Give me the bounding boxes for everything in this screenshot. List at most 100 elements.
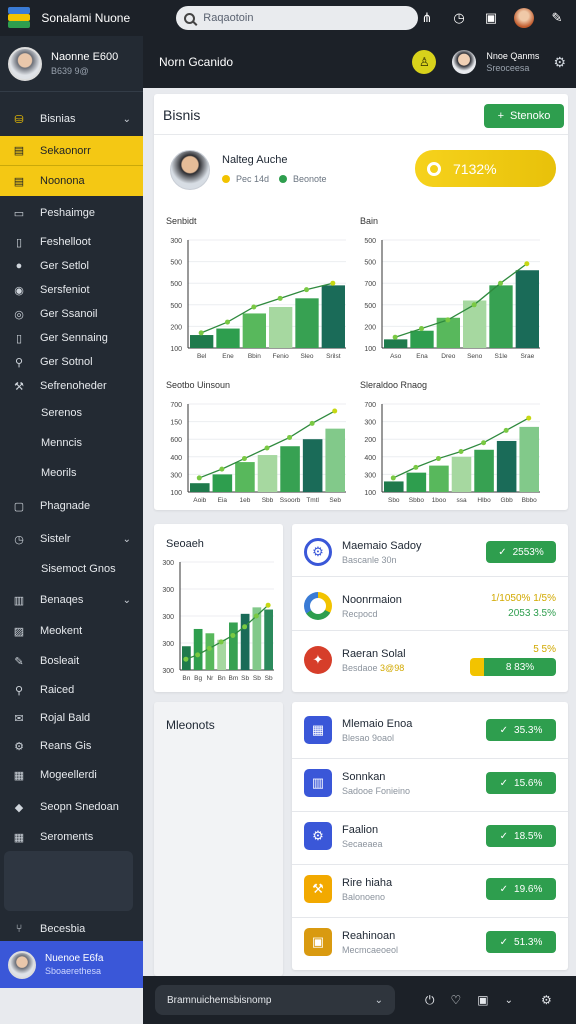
sidebar-item-label: Reans Gis (40, 740, 92, 752)
bag-icon: ▣ (304, 928, 332, 956)
trend-point (253, 613, 259, 619)
sidebar-item-label: Sersfeniot (40, 284, 90, 296)
sidebar-item-label: Noonona (40, 175, 85, 187)
sidebar-item-3[interactable]: ▭ Peshaimge (0, 196, 143, 230)
progress-segment (470, 658, 484, 676)
chart-bar (384, 481, 404, 492)
trend-point (218, 639, 224, 645)
square-icon[interactable]: ▣ (482, 9, 500, 27)
power-icon[interactable]: ⏻ (425, 993, 435, 1008)
app-logo (8, 7, 30, 29)
trend-point (309, 420, 315, 426)
avatar (8, 950, 36, 979)
bar-chart: 300 300 300 300 300 Bn Bg Nr Bn Bm Sb Sb Sb (156, 556, 280, 686)
list-item[interactable]: ▦ Mlemaio Enoa Blesao 9oaol ✓ 35.3% (292, 714, 568, 746)
action-button[interactable]: + Stenoko (484, 104, 564, 128)
bottom-select[interactable]: Bramnuichemsbisnomp ⌄ (155, 985, 395, 1015)
sidebar-item-21[interactable]: ✉ Rojal Bald (0, 704, 143, 732)
calendar-icon: ▦ (304, 716, 332, 744)
trend-point (242, 624, 248, 630)
chevron-down-icon[interactable]: ⌄ (505, 995, 513, 1006)
sidebar-item-label: Menncis (41, 437, 82, 449)
y-tick-label: 200 (364, 324, 376, 331)
sidebar-item-0[interactable]: ⛁ Bisnias ⌄ (0, 102, 143, 136)
main-panel: Bisnis + Stenoko Nalteg Auche Pec 14d Be… (154, 94, 568, 510)
sidebar-item-1[interactable]: ▤ Sekaonorr (0, 136, 143, 166)
sidebar-item-14[interactable]: ▢ Phagnade (0, 488, 143, 524)
settings-icon[interactable]: ⚙ (541, 993, 552, 1007)
sidebar-item-22[interactable]: ⚙ Reans Gis (0, 732, 143, 760)
x-tick-label: Fenio (273, 353, 290, 360)
sidebar-item-10[interactable]: ⚒ Sefrenoheder (0, 374, 143, 398)
sidebar-item-19[interactable]: ✎ Bosleait (0, 646, 143, 676)
folder-icon: ⛁ (14, 113, 24, 126)
x-tick-label: Sb (253, 675, 261, 682)
sidebar-user[interactable]: Naonne E600 B639 9@ (0, 36, 143, 92)
profile-name: Nalteg Auche (222, 154, 288, 166)
trend-point (241, 456, 247, 462)
sidebar-item-25[interactable]: ▦ Seroments (0, 824, 143, 850)
list-item[interactable]: ▥ Sonnkan Sadooe Fonieino ✓ 15.6% (292, 767, 568, 799)
edit-icon[interactable]: ✎ (548, 9, 566, 27)
list-item[interactable]: ▣ Reahinoan Mecmcaeoeol ✓ 51.3% (292, 926, 568, 958)
small-chart-panel: Seoaeh 300 300 300 300 300 Bn Bg Nr Bn Bm Sb Sb Sb (154, 524, 283, 692)
sidebar-footer-user[interactable]: Nuenoe E6fa Sboaerethesa (0, 941, 143, 988)
sidebar-item-8[interactable]: ▯ Ger Sennaing (0, 326, 143, 350)
image-icon: ▨ (13, 625, 25, 638)
list-item[interactable]: Noonrmaion Recpocd 1/1050% 1/5% 2053 3.5… (292, 590, 568, 622)
legend-label-b: Beonote (293, 174, 327, 184)
sidebar-item-18[interactable]: ▨ Meokent (0, 616, 143, 646)
list-item[interactable]: ✦ Raeran Solal Besdaoe 3@98 5 5% 8 83% (292, 644, 568, 676)
bar-chart: 700 300 200 400 300 100 Sbo Sbbo 1boo ssa Hlbo Gbb B… (358, 398, 546, 508)
disc-icon: ● (15, 260, 23, 272)
x-tick-label: Sb (265, 675, 273, 682)
x-tick-label: Aso (390, 353, 402, 360)
bell-icon[interactable]: ♙ (412, 50, 437, 74)
list-item[interactable]: ⚙ Maemaio Sadoy Bascanle 30n ✓ 2553% (292, 536, 568, 568)
sidebar-item-11[interactable]: Serenos (0, 398, 143, 428)
trend-point (330, 280, 336, 286)
square-icon[interactable]: ▣ (477, 993, 488, 1007)
heart-icon[interactable]: ♡ (451, 993, 462, 1007)
link-icon: ⚲ (14, 684, 24, 697)
sidebar-item-5[interactable]: ● Ger Setlol (0, 254, 143, 278)
sidebar-item-13[interactable]: Meorils (0, 458, 143, 488)
sidebar-item-16[interactable]: Sisemoct Gnos (0, 554, 143, 584)
list-item-sub: Secaeaea (342, 838, 383, 849)
sidebar-item-24[interactable]: ◆ Seopn Snedoan (0, 790, 143, 824)
sidebar-item-label: Phagnade (40, 500, 91, 512)
sidebar-item-4[interactable]: ▯ Feshelloot (0, 230, 143, 254)
list-item[interactable]: ⚒ Rire hiaha Balonoeno ✓ 19.6% (292, 873, 568, 905)
sidebar-item-20[interactable]: ⚲ Raiced (0, 676, 143, 704)
sidebar-item-label: Feshelloot (40, 236, 91, 248)
avatar[interactable] (514, 8, 534, 28)
gear-icon[interactable]: ⚙ (553, 54, 566, 71)
list-item[interactable]: ⚙ Faalion Secaeaea ✓ 18.5% (292, 820, 568, 852)
sidebar-item-17[interactable]: ▥ Benaqes ⌄ (0, 584, 143, 616)
sidebar-item-9[interactable]: ⚲ Ger Sotnol (0, 350, 143, 374)
percentage-pill[interactable]: 7132% (415, 150, 556, 187)
search-input[interactable]: Raqaotoin (176, 6, 418, 30)
badge-value: 18.5% (514, 830, 543, 842)
sidebar-item-7[interactable]: ◎ Ger Ssanoil (0, 302, 143, 326)
x-tick-label: ssa (456, 497, 467, 504)
chart-icon[interactable]: ⋔ (418, 9, 436, 27)
y-tick-label: 400 (170, 455, 182, 462)
panel-title: Seoaeh (166, 538, 204, 550)
x-tick-label: S1le (494, 353, 507, 360)
sidebar-item-label: Ger Sennaing (40, 332, 108, 344)
chart-title: Seotbo Uinsoun (166, 380, 231, 390)
clock-icon[interactable]: ◷ (450, 9, 468, 27)
sidebar-item-12[interactable]: Menncis (0, 428, 143, 458)
bottom-select-value: Bramnuichemsbisnomp (167, 994, 272, 1006)
avatar[interactable] (452, 50, 477, 74)
pill-value: 7132% (453, 160, 497, 177)
sidebar-item-15[interactable]: ◷ Sistelr ⌄ (0, 524, 143, 554)
sidebar-item-label: Meorils (41, 467, 77, 479)
stat-value: 1/1050% 1/5% (490, 593, 556, 604)
sidebar-item-28[interactable]: ⑂ Becesbia (0, 914, 143, 944)
sidebar-item-6[interactable]: ◉ Sersfeniot (0, 278, 143, 302)
chart-bar (269, 306, 293, 348)
sidebar-item-23[interactable]: ▦ Mogeellerdi (0, 760, 143, 790)
sidebar-item-2[interactable]: ▤ Noonona (0, 166, 143, 196)
